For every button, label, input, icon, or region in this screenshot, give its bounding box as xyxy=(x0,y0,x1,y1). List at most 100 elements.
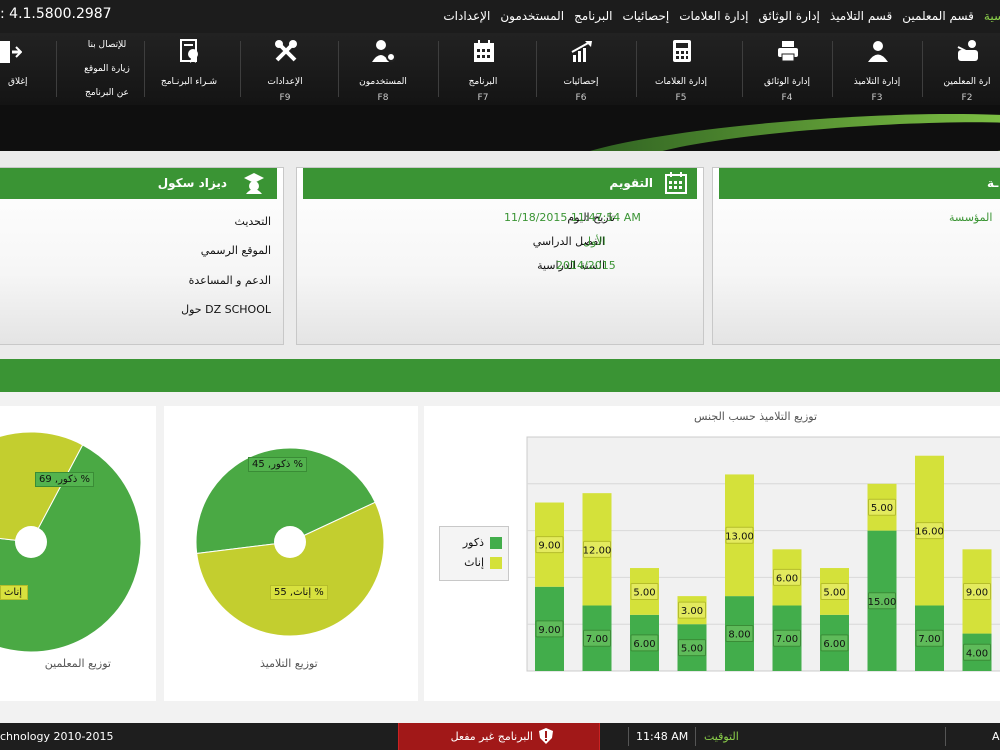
chart-up-icon xyxy=(571,41,592,62)
bar-label-female: 5.00 xyxy=(633,587,655,598)
institution-header: ـة xyxy=(719,168,1000,199)
student-icon xyxy=(868,41,888,62)
students-key: F3 xyxy=(871,93,883,103)
bar-label-female: 12.00 xyxy=(583,545,612,556)
calendar-title: التقويم xyxy=(609,176,653,190)
official-site-link[interactable]: الموقع الرسمي xyxy=(201,244,271,257)
divider xyxy=(945,727,946,746)
divider xyxy=(338,41,339,97)
bar-label-male: 5.00 xyxy=(681,644,703,655)
charts-area: توزيع المعلمين ذكور, 69 % إناث توزيع الت… xyxy=(0,392,1000,723)
calendar-icon xyxy=(665,172,687,194)
institution-row[interactable]: المؤسسة xyxy=(949,211,992,224)
program-button[interactable]: البرنامج F7 xyxy=(438,33,528,105)
teachers-female-label: إناث xyxy=(0,585,28,600)
students-male-label: ذكور, 45 % xyxy=(248,457,307,472)
close-label: إغلاق xyxy=(8,77,28,87)
dzad-title: ديزاد سكول xyxy=(157,176,227,190)
bar-label-male: 15.00 xyxy=(868,597,897,608)
pie-hole xyxy=(15,526,47,558)
calendar-icon xyxy=(474,40,494,62)
bar-label-female: 9.00 xyxy=(538,541,560,552)
bar-label-female: 5.00 xyxy=(823,587,845,598)
tools-icon xyxy=(275,40,297,62)
website-link[interactable]: زيارة الموقع xyxy=(62,64,152,74)
documents-label: إدارة الوثائق xyxy=(763,77,811,87)
calendar-panel: التقويم تاريخ اليوم 11/18/2015 11:47:54 … xyxy=(296,167,704,345)
bar-label-male: 9.00 xyxy=(538,625,560,636)
update-link[interactable]: التحديث xyxy=(235,215,271,228)
bar-label-female: 13.00 xyxy=(725,531,754,542)
year-value: 2014/2015 xyxy=(556,259,616,272)
program-label: البرنامج xyxy=(468,77,498,87)
teachers-pie-card: توزيع المعلمين ذكور, 69 % إناث xyxy=(0,406,156,701)
divider xyxy=(636,41,637,97)
menu-program[interactable]: البرنامج xyxy=(574,9,612,23)
calculator-icon xyxy=(673,40,691,62)
printer-icon xyxy=(778,41,798,62)
menu-teachers[interactable]: قسم المعلمين xyxy=(902,9,974,23)
menu-grades[interactable]: إدارة العلامات xyxy=(679,9,748,23)
users-label: المستخدمون xyxy=(359,77,407,87)
students-pie-card: توزيع التلاميذ ذكور, 45 % إناث, 55 % xyxy=(164,406,418,701)
grades-key: F5 xyxy=(675,93,687,103)
menu-students[interactable]: قسم التلاميذ xyxy=(830,9,892,23)
dzad-header: ديزاد سكول xyxy=(0,168,277,199)
time-label: التوقيت xyxy=(704,730,739,743)
about-dz-link[interactable]: حول DZ SCHOOL xyxy=(181,303,271,316)
students-pie-title: توزيع التلاميذ xyxy=(260,657,318,670)
date-value: 11/18/2015 11:47:54 AM xyxy=(504,211,641,224)
activation-warning[interactable]: البرنامج غير مفعل xyxy=(398,723,600,750)
program-key: F7 xyxy=(477,93,489,103)
buy-button[interactable]: شـراء البرنـامج xyxy=(144,33,234,105)
documents-key: F4 xyxy=(781,93,793,103)
close-button[interactable]: إغلاق xyxy=(0,33,48,105)
stats-button[interactable]: إحصائيات F6 xyxy=(536,33,626,105)
settings-label: الإعدادات xyxy=(267,77,303,87)
bar-label-male: 8.00 xyxy=(728,630,750,641)
users-key: F8 xyxy=(377,93,389,103)
status-bar: chnology 2010-2015 البرنامج غير مفعل 11:… xyxy=(0,723,1000,750)
institution-title: ـة xyxy=(987,176,999,190)
bar-label-female: 5.00 xyxy=(871,503,893,514)
app-window: { "version": ": 4.1.5800.2987", "menu": … xyxy=(0,0,1000,750)
activation-text: البرنامج غير مفعل xyxy=(450,730,533,743)
teachers-key: F2 xyxy=(961,93,973,103)
menu-documents[interactable]: إدارة الوثائق xyxy=(758,9,819,23)
contact-link[interactable]: للإتصال بنا xyxy=(62,40,152,50)
bar-label-female: 6.00 xyxy=(776,573,798,584)
about-link[interactable]: عن البرنامج xyxy=(62,88,152,98)
menu-settings[interactable]: الإعدادات xyxy=(443,9,490,23)
users-button[interactable]: المستخدمون F8 xyxy=(338,33,428,105)
menu-home[interactable]: سية xyxy=(984,9,1000,23)
divider xyxy=(240,41,241,97)
divider xyxy=(536,41,537,97)
divider xyxy=(922,41,923,97)
teachers-button[interactable]: ارة المعلمين F2 xyxy=(922,33,1000,105)
graduate-icon xyxy=(244,173,264,194)
menu-users[interactable]: المستخدمون xyxy=(500,9,564,23)
settings-button[interactable]: الإعدادات F9 xyxy=(240,33,330,105)
menu-stats[interactable]: إحصائيات xyxy=(622,9,669,23)
ribbon-toolbar: ارة المعلمين F2 إدارة التلاميذ F3 إدارة … xyxy=(0,33,1000,105)
bar-label-male: 6.00 xyxy=(823,639,845,650)
stats-key: F6 xyxy=(575,93,587,103)
divider xyxy=(56,41,57,97)
main-menu: سية قسم المعلمين قسم التلاميذ إدارة الوث… xyxy=(443,9,1000,23)
exit-door-icon xyxy=(0,41,22,63)
calendar-header: التقويم xyxy=(303,168,697,199)
gender-bar-card: توزيع التلاميذ حسب الجنس ذكور إناث 9.00 9… xyxy=(424,406,1000,701)
stats-label: إحصائيات xyxy=(563,77,599,87)
divider xyxy=(438,41,439,97)
students-female-label: إناث, 55 % xyxy=(270,585,328,600)
bar-label-male: 6.00 xyxy=(633,639,655,650)
gender-bar-chart: 9.00 9.00 7.00 12.00 6.00 5.00 5.00 3.00 8.00 13.… xyxy=(526,436,1000,672)
support-link[interactable]: الدعم و المساعدة xyxy=(189,274,271,287)
documents-button[interactable]: إدارة الوثائق F4 xyxy=(742,33,832,105)
grades-button[interactable]: إدارة العلامات F5 xyxy=(636,33,726,105)
bar-label-female: 9.00 xyxy=(966,587,988,598)
students-label: إدارة التلاميذ xyxy=(853,77,901,87)
bar-label-female: 16.00 xyxy=(915,527,944,538)
version-label: : 4.1.5800.2987 xyxy=(0,6,112,22)
students-button[interactable]: إدارة التلاميذ F3 xyxy=(832,33,922,105)
